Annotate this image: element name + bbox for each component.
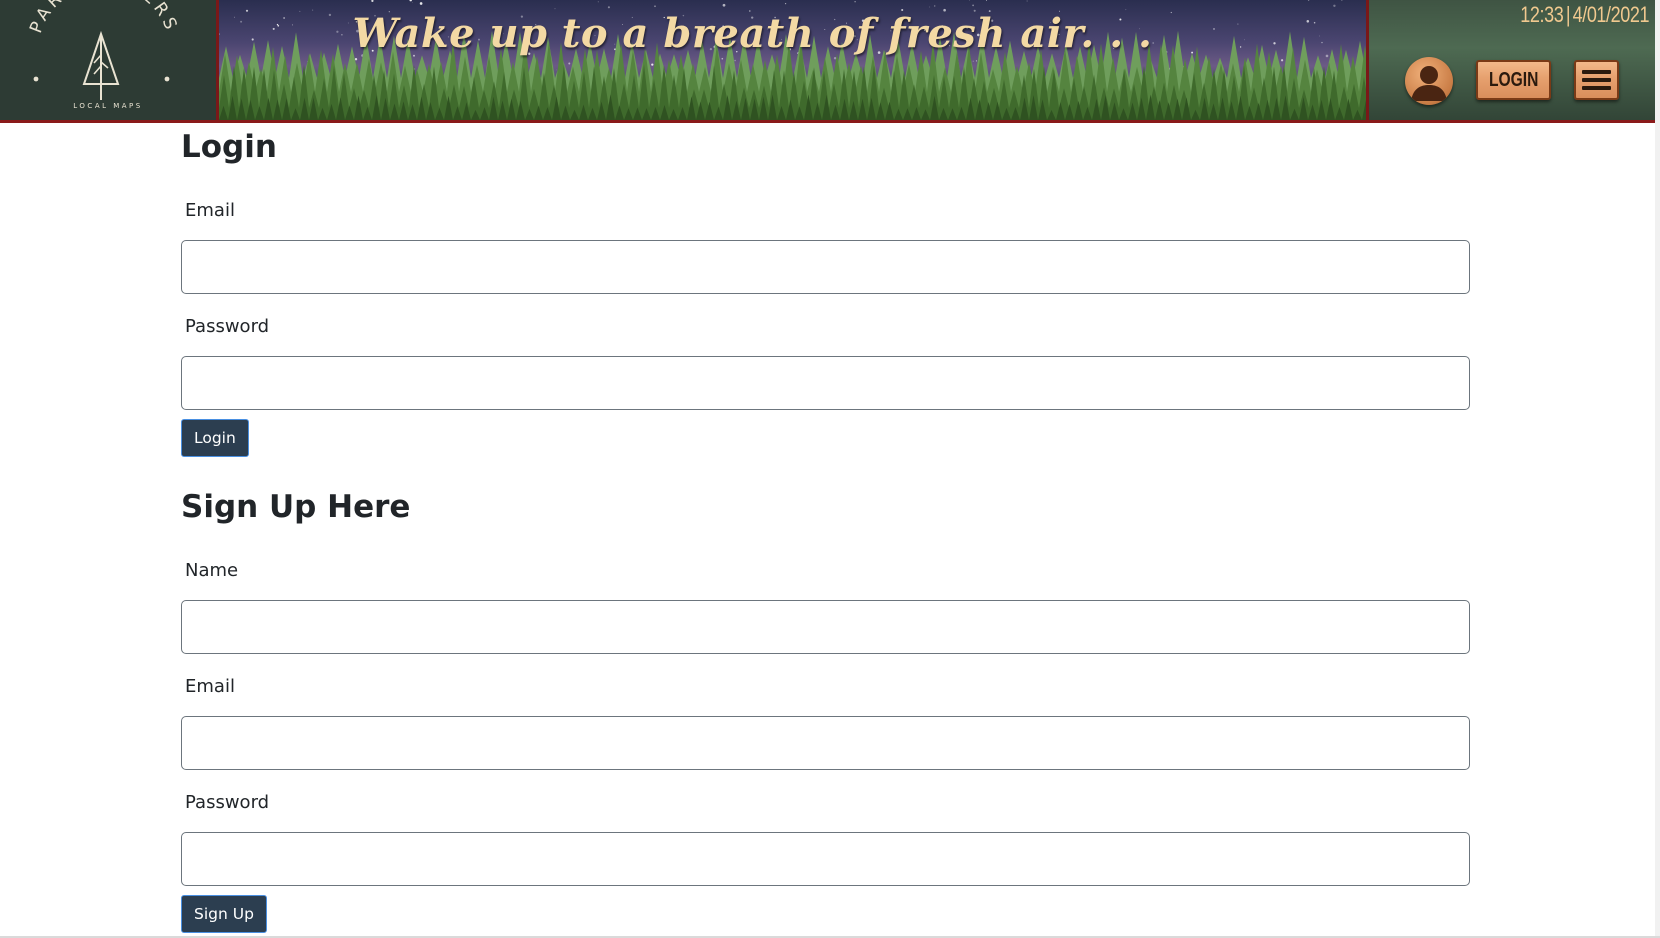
header-login-label: LOGIN [1488,68,1539,91]
header-actions: 12:33 | 4/01/2021 LOGIN [1369,0,1655,120]
signup-email-label: Email [185,676,235,697]
header-login-button[interactable]: LOGIN [1476,60,1551,100]
signup-password-label: Password [185,792,270,813]
person-silhouette-icon [1411,66,1447,101]
menu-bar [1582,86,1611,90]
hero-banner: Wake up to a breath of fresh air. . . [219,0,1369,120]
menu-bar [1582,78,1611,82]
signup-password-input[interactable] [181,832,1470,886]
brand-subtitle: LOCAL MAPS [73,102,143,110]
signup-name-label: Name [185,560,239,581]
login-submit-button[interactable]: Login [181,419,249,457]
signup-title: Sign Up Here [181,489,411,525]
login-email-input[interactable] [181,240,1470,294]
user-avatar-icon[interactable] [1405,57,1453,105]
site-header: PARK FINDERS LOCAL MAPS Wake up to a bre… [0,0,1655,123]
hamburger-menu-icon[interactable] [1574,60,1619,100]
signup-email-input[interactable] [181,716,1470,770]
brand-name: PARK FINDERS [26,0,178,36]
menu-bar [1582,70,1611,74]
login-email-label: Email [185,200,235,221]
clock-date: 4/01/2021 [1572,2,1649,27]
signup-submit-button[interactable]: Sign Up [181,895,267,933]
brand-logo[interactable]: PARK FINDERS LOCAL MAPS [0,0,219,120]
login-password-input[interactable] [181,356,1470,410]
login-password-label: Password [185,316,270,337]
clock-display: 12:33 | 4/01/2021 [1520,2,1649,28]
clock-time: 12:33 [1520,2,1564,27]
login-title: Login [181,129,277,165]
banner-tagline: Wake up to a breath of fresh air. . . [352,10,1153,57]
clock-separator: | [1565,2,1571,27]
page-scrollbar[interactable] [1655,0,1660,938]
svg-text:PARK FINDERS: PARK FINDERS [26,0,182,36]
signup-name-input[interactable] [181,600,1470,654]
